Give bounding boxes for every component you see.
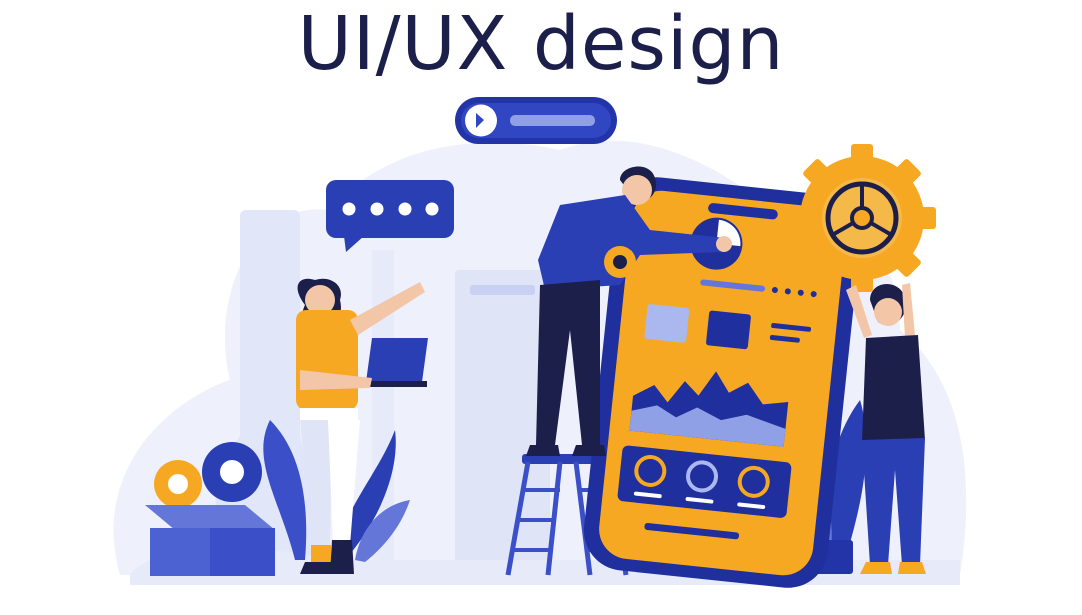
gear-icon bbox=[788, 144, 936, 292]
ui-ux-illustration bbox=[113, 97, 967, 588]
toggle-switch-icon[interactable] bbox=[455, 97, 617, 144]
